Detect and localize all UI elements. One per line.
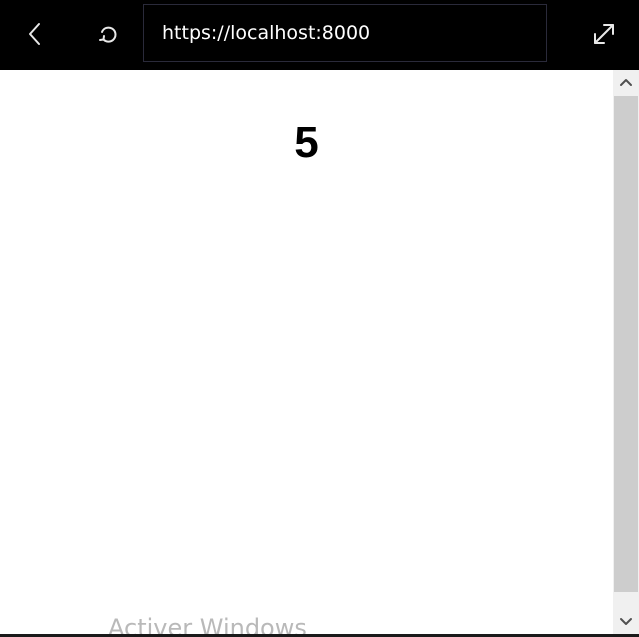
address-bar[interactable]: https://localhost:8000 bbox=[143, 4, 547, 62]
browser-toolbar: https://localhost:8000 bbox=[0, 0, 639, 70]
back-button[interactable] bbox=[14, 13, 56, 55]
url-input[interactable]: https://localhost:8000 bbox=[162, 5, 532, 61]
fullscreen-button[interactable] bbox=[583, 13, 625, 55]
scroll-thumb[interactable] bbox=[614, 96, 638, 592]
chevron-up-icon bbox=[620, 79, 632, 86]
page-viewport: 5 bbox=[0, 70, 613, 634]
scroll-up-button[interactable] bbox=[613, 70, 639, 94]
expand-icon bbox=[594, 24, 614, 44]
browser-window: https://localhost:8000 5 Activer Windows bbox=[0, 0, 639, 637]
chevron-left-icon bbox=[29, 23, 40, 45]
reload-icon bbox=[99, 26, 117, 43]
reload-button[interactable] bbox=[87, 13, 129, 55]
chevron-down-icon bbox=[620, 618, 632, 625]
page-number-display: 5 bbox=[294, 118, 319, 167]
scroll-down-button[interactable] bbox=[613, 610, 639, 634]
vertical-scrollbar[interactable] bbox=[613, 70, 639, 634]
